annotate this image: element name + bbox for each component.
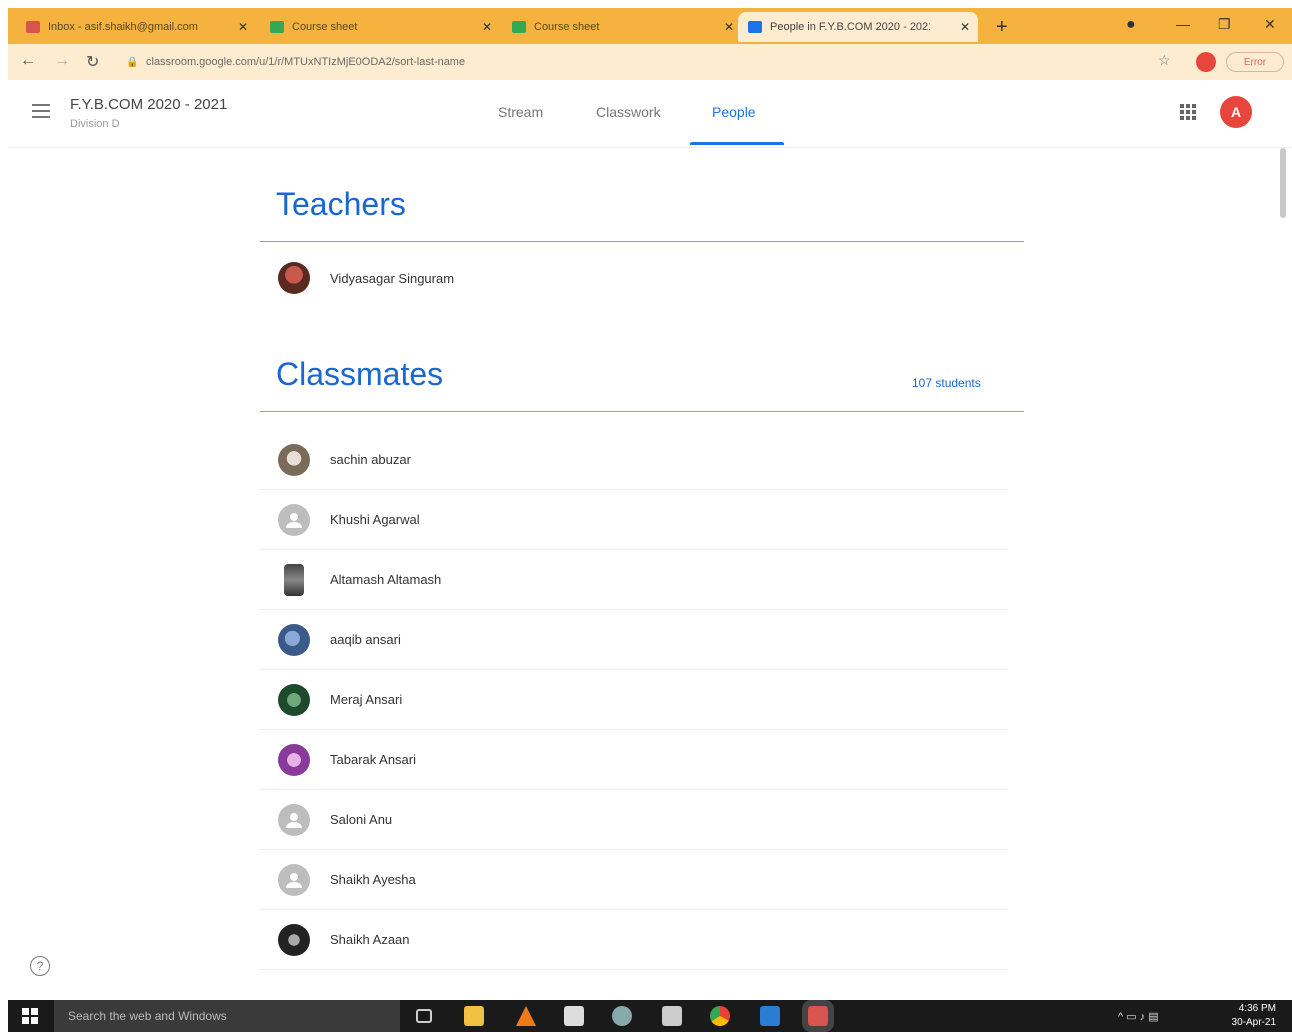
app-icon[interactable] bbox=[662, 1006, 682, 1026]
avatar bbox=[278, 443, 310, 476]
classmate-name: Khushi Agarwal bbox=[330, 512, 420, 527]
classroom-header: F.Y.B.COM 2020 - 2021 Division D Stream … bbox=[8, 80, 1292, 148]
app-icon[interactable] bbox=[612, 1006, 632, 1026]
classmates-divider bbox=[260, 411, 1024, 412]
minimize-icon[interactable]: — bbox=[1176, 16, 1190, 32]
classroom-icon bbox=[748, 21, 762, 33]
main-menu-icon[interactable] bbox=[32, 104, 50, 118]
system-tray[interactable]: ^ ▭ ♪ ▤ bbox=[1118, 1010, 1159, 1023]
error-button[interactable]: Error bbox=[1226, 52, 1284, 72]
clock-time: 4:36 PM bbox=[1238, 1003, 1276, 1014]
tab-people[interactable]: People bbox=[712, 104, 756, 120]
list-item[interactable]: Altamash Altamash bbox=[260, 550, 1008, 610]
classmate-name: Saloni Anu bbox=[330, 812, 393, 827]
avatar bbox=[278, 923, 310, 956]
word-icon[interactable] bbox=[760, 1006, 780, 1026]
list-item[interactable]: Meraj Ansari bbox=[260, 670, 1008, 730]
tab-classwork[interactable]: Classwork bbox=[596, 104, 661, 120]
close-tab-icon[interactable]: ✕ bbox=[724, 20, 734, 34]
teacher-name: Vidyasagar Singuram bbox=[330, 270, 455, 286]
clock-date: 30-Apr-21 bbox=[1231, 1017, 1276, 1028]
list-item[interactable]: Tabarak Ansari bbox=[260, 730, 1008, 790]
teacher-row[interactable]: Vidyasagar Singuram bbox=[260, 248, 1008, 308]
bookmark-star-icon[interactable]: ☆ bbox=[1158, 52, 1171, 69]
class-title[interactable]: F.Y.B.COM 2020 - 2021 bbox=[70, 96, 227, 113]
close-tab-icon[interactable]: ✕ bbox=[960, 20, 970, 34]
classmate-name: Tabarak Ansari bbox=[330, 752, 416, 767]
list-item[interactable]: aaqib ansari bbox=[260, 610, 1008, 670]
new-tab-icon[interactable]: + bbox=[996, 16, 1008, 39]
browser-tab-active[interactable]: People in F.Y.B.COM 2020 - 2021 ✕ bbox=[738, 12, 978, 42]
tab-stream[interactable]: Stream bbox=[498, 104, 543, 120]
windows-start-icon[interactable] bbox=[22, 1008, 38, 1024]
list-item[interactable]: Shaikh Ayesha bbox=[260, 850, 1008, 910]
browser-tabbar: Inbox - asif.shaikh@gmail.com ✕ Course s… bbox=[8, 8, 1292, 44]
screen: Inbox - asif.shaikh@gmail.com ✕ Course s… bbox=[0, 0, 1292, 1032]
sheets-icon bbox=[270, 21, 284, 33]
profile-avatar[interactable] bbox=[1196, 52, 1216, 72]
classmate-name: Meraj Ansari bbox=[330, 692, 403, 707]
calculator-icon[interactable] bbox=[564, 1006, 584, 1026]
restore-icon[interactable]: ❐ bbox=[1218, 16, 1231, 33]
classmate-name: sachin abuzar bbox=[330, 452, 411, 467]
list-item[interactable]: Khushi Agarwal bbox=[260, 490, 1008, 550]
avatar bbox=[278, 623, 310, 656]
classmates-heading: Classmates bbox=[276, 356, 444, 392]
teachers-heading: Teachers bbox=[276, 186, 406, 222]
classmate-name: Shaikh Azaan bbox=[330, 932, 410, 947]
gmail-icon bbox=[26, 21, 40, 33]
url-text: classroom.google.com/u/1/r/MTUxNTIzMjE0O… bbox=[146, 56, 466, 68]
vlc-icon[interactable] bbox=[516, 1006, 536, 1026]
default-avatar-icon bbox=[278, 803, 310, 836]
close-tab-icon[interactable]: ✕ bbox=[482, 20, 492, 34]
google-apps-icon[interactable] bbox=[1180, 104, 1196, 120]
avatar bbox=[284, 563, 304, 596]
help-icon[interactable]: ? bbox=[30, 956, 50, 976]
close-window-icon[interactable]: ✕ bbox=[1264, 16, 1276, 33]
list-item[interactable]: sachin abuzar bbox=[260, 430, 1008, 490]
address-bar[interactable]: 🔒 classroom.google.com/u/1/r/MTUxNTIzMjE… bbox=[126, 50, 1166, 74]
forward-icon[interactable]: → bbox=[54, 52, 70, 70]
browser-tab-3[interactable]: Course sheet ✕ bbox=[502, 12, 742, 42]
account-avatar[interactable]: A bbox=[1220, 96, 1252, 128]
list-item[interactable]: Saloni Anu bbox=[260, 790, 1008, 850]
teachers-divider bbox=[260, 241, 1024, 242]
lock-icon: 🔒 bbox=[126, 57, 139, 68]
app-icon[interactable] bbox=[802, 1000, 834, 1032]
classmate-name: aaqib ansari bbox=[330, 632, 401, 647]
chrome-icon[interactable] bbox=[710, 1006, 730, 1026]
windows-taskbar: Search the web and Windows ^ ▭ ♪ ▤ 4:36 … bbox=[8, 1000, 1292, 1032]
default-avatar-icon bbox=[278, 503, 310, 536]
reload-icon[interactable]: ↻ bbox=[86, 52, 99, 72]
page-scrollbar[interactable] bbox=[1278, 148, 1288, 998]
taskbar-search[interactable]: Search the web and Windows bbox=[54, 1000, 400, 1032]
default-avatar-icon bbox=[278, 863, 310, 896]
active-tab-indicator bbox=[690, 142, 784, 145]
avatar bbox=[278, 262, 310, 294]
browser-tab-1[interactable]: Inbox - asif.shaikh@gmail.com ✕ bbox=[16, 12, 256, 42]
task-view-icon[interactable] bbox=[416, 1009, 432, 1023]
classmate-name: Shaikh Ayesha bbox=[330, 872, 416, 887]
taskbar-clock[interactable]: 4:36 PM 30-Apr-21 bbox=[1220, 1002, 1276, 1030]
back-icon[interactable]: ← bbox=[20, 52, 36, 70]
close-tab-icon[interactable]: ✕ bbox=[238, 20, 248, 34]
browser-toolbar: ← → ↻ 🔒 classroom.google.com/u/1/r/MTUxN… bbox=[8, 44, 1292, 80]
sheets-icon bbox=[512, 21, 526, 33]
student-count: 107 students bbox=[912, 376, 981, 390]
classmate-name: Altamash Altamash bbox=[330, 572, 442, 587]
browser-tab-2[interactable]: Course sheet ✕ bbox=[260, 12, 500, 42]
class-subtitle: Division D bbox=[70, 118, 120, 130]
file-explorer-icon[interactable] bbox=[464, 1006, 484, 1026]
extension-icon[interactable]: ● bbox=[1126, 16, 1136, 34]
avatar bbox=[278, 743, 310, 776]
scrollbar-thumb[interactable] bbox=[1280, 148, 1286, 218]
avatar bbox=[278, 683, 310, 716]
list-item[interactable]: Shaikh Azaan bbox=[260, 910, 1008, 970]
